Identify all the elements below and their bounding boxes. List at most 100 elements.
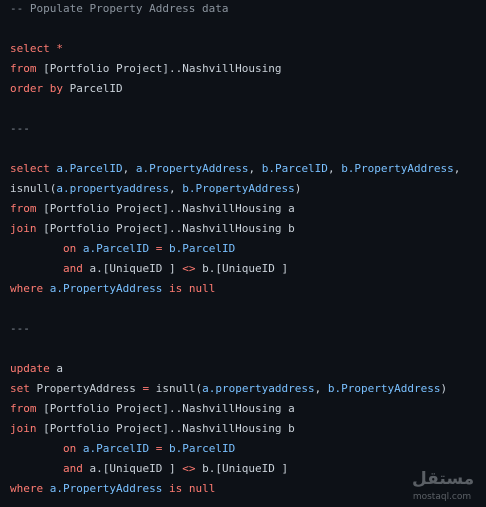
identifier-token: a.PropertyAddress bbox=[49, 482, 163, 495]
code-line: isnull(a.propertyaddress, b.PropertyAddr… bbox=[10, 179, 486, 199]
text-token: ) bbox=[440, 382, 448, 395]
code-line: -- Populate Property Address data bbox=[10, 0, 486, 19]
keyword-token: update bbox=[10, 362, 50, 375]
text-token: , bbox=[122, 162, 136, 175]
identifier-token: a.ParcelID bbox=[56, 162, 123, 175]
code-line: join [Portfolio Project]..NashvillHousin… bbox=[10, 419, 486, 439]
text-token: , bbox=[248, 162, 262, 175]
watermark-latin-text: mostaql.com bbox=[412, 492, 472, 502]
text-token: [Portfolio Project]..NashvillHousing b bbox=[36, 222, 295, 235]
identifier-token: b.PropertyAddress bbox=[341, 162, 454, 175]
code-block: -- Populate Property Address data select … bbox=[10, 0, 486, 499]
text-token: [Portfolio Project]..NashvillHousing bbox=[36, 62, 282, 75]
keyword-token: where bbox=[10, 282, 44, 295]
keyword-token: is null bbox=[168, 482, 216, 495]
keyword-token: on bbox=[62, 242, 77, 255]
identifier-token: b.PropertyAddress bbox=[327, 382, 441, 395]
identifier-token: a.PropertyAddress bbox=[49, 282, 163, 295]
keyword-token: select bbox=[10, 162, 50, 175]
text-token: a.[UniqueID ] bbox=[82, 262, 183, 275]
code-line: select a.ParcelID, a.PropertyAddress, b.… bbox=[10, 159, 486, 179]
identifier-token: a.propertyaddress bbox=[202, 382, 315, 395]
text-token: a bbox=[49, 362, 63, 375]
text-token: isnull( bbox=[10, 182, 57, 195]
code-line: join [Portfolio Project]..NashvillHousin… bbox=[10, 219, 486, 239]
comment-token: -- Populate Property Address data bbox=[10, 2, 229, 15]
keyword-token: where bbox=[10, 482, 44, 495]
keyword-token: from bbox=[10, 62, 37, 75]
code-line: update a bbox=[10, 359, 486, 379]
keyword-token: <> bbox=[182, 262, 196, 275]
code-line: and a.[UniqueID ] <> b.[UniqueID ] bbox=[10, 259, 486, 279]
code-line: set PropertyAddress = isnull(a.propertya… bbox=[10, 379, 486, 399]
mostaql-watermark: مستقل mostaql.com bbox=[412, 469, 475, 503]
keyword-token: set bbox=[10, 382, 30, 395]
text-token: , bbox=[168, 182, 183, 195]
text-token: [Portfolio Project]..NashvillHousing a bbox=[36, 202, 295, 215]
keyword-token: and bbox=[62, 462, 83, 475]
identifier-token: b.ParcelID bbox=[168, 242, 236, 255]
keyword-token: <> bbox=[182, 462, 196, 475]
text-token: PropertyAddress bbox=[29, 382, 143, 395]
watermark-arabic-text: مستقل bbox=[412, 469, 475, 489]
code-line: on a.ParcelID = b.ParcelID bbox=[10, 439, 486, 459]
text-token: a.[UniqueID ] bbox=[82, 462, 183, 475]
text-token: ) bbox=[294, 182, 302, 195]
text-token: , bbox=[453, 162, 461, 175]
identifier-token: b.ParcelID bbox=[168, 442, 236, 455]
text-token: b.[UniqueID ] bbox=[195, 462, 289, 475]
keyword-token: select bbox=[10, 42, 50, 55]
text-token: ParcelID bbox=[62, 82, 123, 95]
identifier-token: a.ParcelID bbox=[82, 442, 150, 455]
text-token: isnull( bbox=[149, 382, 203, 395]
code-line: on a.ParcelID = b.ParcelID bbox=[10, 239, 486, 259]
code-line: --- bbox=[10, 319, 486, 339]
code-line: from [Portfolio Project]..NashvillHousin… bbox=[10, 399, 486, 419]
code-line: --- bbox=[10, 119, 486, 139]
identifier-token: b.PropertyAddress bbox=[182, 182, 295, 195]
keyword-token: from bbox=[10, 202, 37, 215]
identifier-token: a.propertyaddress bbox=[56, 182, 169, 195]
code-line: where a.PropertyAddress is null bbox=[10, 279, 486, 299]
keyword-token: * bbox=[56, 42, 63, 55]
keyword-token: on bbox=[62, 442, 77, 455]
keyword-token: is null bbox=[168, 282, 216, 295]
code-line: from [Portfolio Project]..NashvillHousin… bbox=[10, 59, 486, 79]
text-token: [Portfolio Project]..NashvillHousing a bbox=[36, 402, 295, 415]
comment-token: --- bbox=[10, 322, 30, 335]
keyword-token: join bbox=[10, 422, 37, 435]
code-line: order by ParcelID bbox=[10, 79, 486, 99]
code-line: select * bbox=[10, 39, 486, 59]
identifier-token: b.ParcelID bbox=[261, 162, 328, 175]
text-token: [Portfolio Project]..NashvillHousing b bbox=[36, 422, 295, 435]
keyword-token: join bbox=[10, 222, 37, 235]
text-token: , bbox=[314, 382, 328, 395]
comment-token: --- bbox=[10, 122, 30, 135]
text-token: b.[UniqueID ] bbox=[195, 262, 289, 275]
identifier-token: a.ParcelID bbox=[82, 242, 150, 255]
keyword-token: order by bbox=[10, 82, 63, 95]
text-token: , bbox=[327, 162, 342, 175]
code-line: from [Portfolio Project]..NashvillHousin… bbox=[10, 199, 486, 219]
identifier-token: a.PropertyAddress bbox=[135, 162, 249, 175]
keyword-token: from bbox=[10, 402, 37, 415]
